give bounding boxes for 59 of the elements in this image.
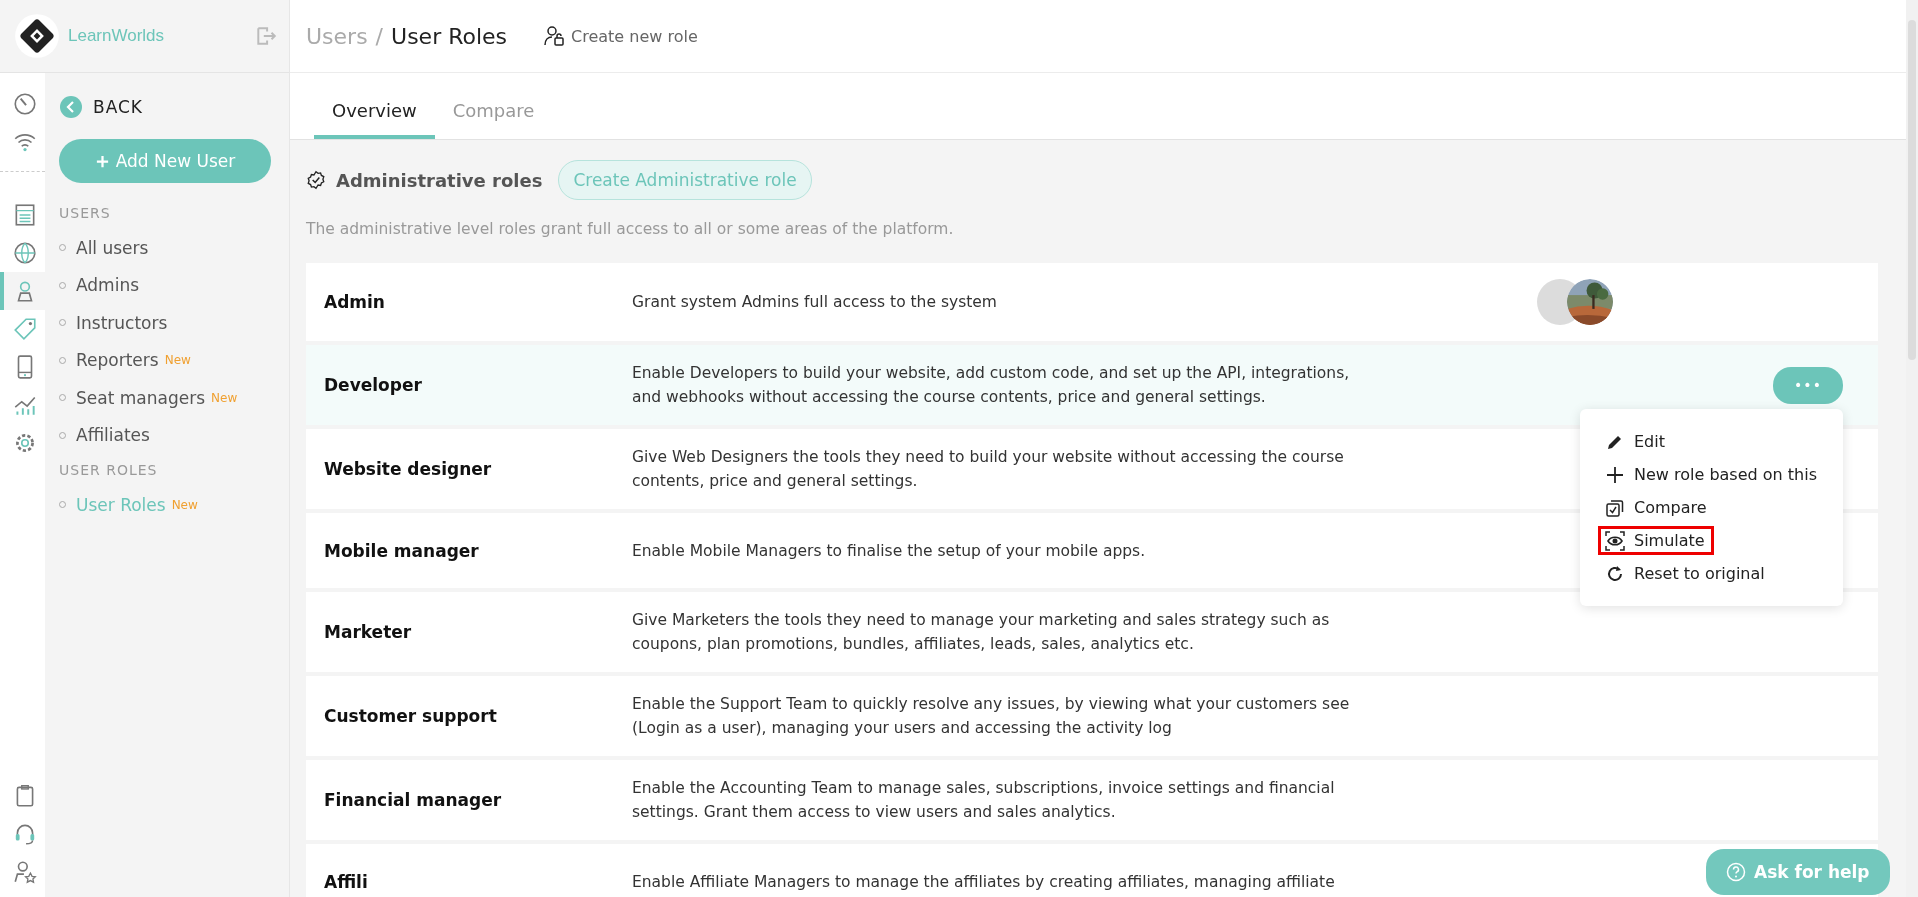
section-title: Administrative roles [336, 169, 543, 191]
new-label: New [164, 353, 191, 368]
role-row[interactable]: Admin Grant system Admins full access to the system [306, 263, 1878, 341]
role-row[interactable]: Developer Enable Developers to build your website, add custom code, and set up the API, integrations, and webhooks without accessing the course contents, price and general settings. ••• [306, 345, 1878, 425]
role-name: Customer support [323, 706, 498, 726]
user-star-icon[interactable] [11, 859, 38, 885]
brand-name: LearnWorlds [68, 26, 165, 46]
nav-link[interactable]: Admins [76, 275, 140, 296]
back-link[interactable]: BACK [93, 97, 143, 117]
menu-label: Simulate [1634, 531, 1705, 550]
menu-label: Edit [1634, 432, 1665, 451]
role-name: Website designer [323, 459, 493, 479]
copy-check-icon [1605, 497, 1625, 518]
gauge-icon[interactable] [11, 91, 38, 117]
breadcrumb-separator: / [375, 23, 384, 49]
role-description: Give Web Designers the tools they need to build your website without accessing the course contents, price and general settings. [632, 447, 1345, 492]
role-description: Give Marketers the tools they need to manage your marketing and sales strategy such as coupons, plan promotions, bundles, affiliates, leads, sales, analytics etc. [632, 610, 1331, 655]
role-row[interactable]: Marketer Give Marketers the tools they need to manage your marketing and sales strategy such as coupons, plan promotions, bundles, affiliates, leads, sales, analytics etc. [306, 592, 1878, 672]
menu-item[interactable]: Simulate [1598, 526, 1714, 555]
eye-icon [1605, 530, 1625, 551]
role-name: Mobile manager [323, 540, 480, 561]
nav-link[interactable]: Reporters [76, 350, 159, 371]
plus-icon [94, 153, 110, 169]
section-description: The administrative level roles grant full access to all or some areas of the platform. [306, 220, 955, 238]
reset-icon [1605, 563, 1625, 584]
new-label: New [171, 497, 198, 512]
nav-link[interactable]: Affiliates [76, 425, 150, 446]
role-description: Grant system Admins full access to the system [632, 292, 998, 313]
nav-link[interactable]: All users [76, 237, 149, 258]
role-description: Enable the Support Team to quickly resolve any issues, by viewing what your customers see (Login as a user), managing your users and accessing the activity log [632, 694, 1351, 739]
nav-link[interactable]: Seat managers [76, 387, 205, 408]
plus-icon [1605, 464, 1625, 485]
menu-item[interactable]: Edit [1598, 427, 1674, 456]
role-description: Enable the Accounting Team to manage sales, subscriptions, invoice settings and financial settings. Grant them access to view users and sales analytics. [632, 778, 1336, 823]
logo-icon [14, 13, 60, 59]
role-description: Enable Mobile Managers to finalise the setup of your mobile apps. [632, 540, 1147, 562]
menu-item[interactable]: New role based on this [1598, 460, 1826, 489]
role-name: Financial manager [323, 790, 503, 810]
role-row[interactable]: Customer support Enable the Support Team to quickly resolve any issues, by viewing what your customers see (Login as a user), managing your users and accessing the activity log [306, 676, 1878, 756]
section-heading: USER ROLES [59, 462, 159, 478]
page-title: User Roles [391, 23, 508, 49]
menu-label: New role based on this [1634, 465, 1817, 484]
section-heading: USERS [59, 205, 112, 221]
new-label: New [211, 390, 238, 405]
create-role-button[interactable]: Create new role [543, 24, 698, 48]
role-row[interactable]: Financial manager Enable the Accounting Team to manage sales, subscriptions, invoice settings and financial settings. Grant them access to view users and sales analytics. [306, 760, 1878, 840]
badge-check-icon [306, 170, 326, 190]
menu-label: Reset to original [1634, 564, 1765, 583]
globe-icon[interactable] [11, 240, 38, 266]
tab[interactable]: Overview [314, 100, 435, 139]
role-name: Affili [323, 871, 369, 892]
role-description: Enable Developers to build your website, add custom code, and set up the API, integrations, and webhooks without accessing the course contents, price and general settings. [632, 363, 1351, 408]
role-name: Admin [323, 292, 386, 312]
nav-link[interactable]: Instructors [76, 312, 168, 333]
role-name: Marketer [323, 622, 413, 642]
menu-item[interactable]: Reset to original [1598, 559, 1774, 588]
role-name: Developer [323, 375, 423, 395]
help-icon [1726, 862, 1746, 882]
role-description: Enable Affiliate Managers to manage the affiliates by creating affiliates, managing affiliate [632, 871, 1336, 893]
